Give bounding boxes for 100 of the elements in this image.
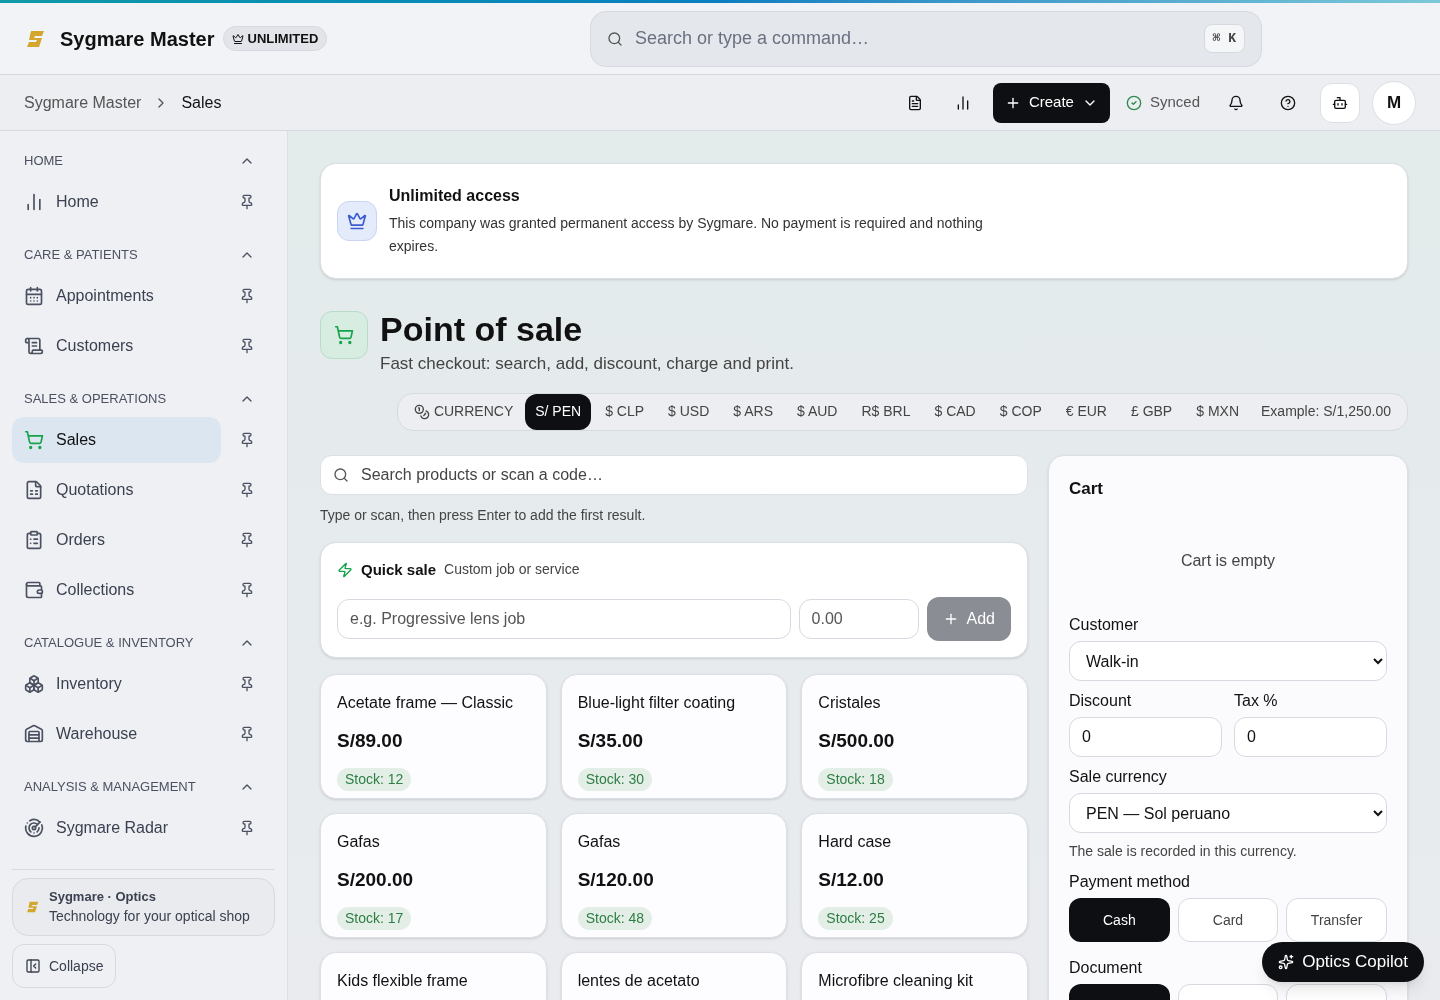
product-price: S/200.00	[337, 868, 415, 892]
currency-option[interactable]: $ AUD	[787, 393, 848, 430]
breadcrumb-link[interactable]: Sygmare Master	[24, 90, 142, 115]
product-card[interactable]: Cristales S/500.00 Stock: 18	[801, 674, 1028, 799]
sidebar-item[interactable]: Orders	[12, 517, 221, 563]
product-price: S/89.00	[337, 729, 404, 753]
discount-field[interactable]: 0	[1069, 717, 1222, 757]
product-card[interactable]: lentes de acetato	[560, 952, 788, 1000]
crown-icon	[337, 201, 377, 241]
currency-option[interactable]: S/ PEN	[525, 393, 592, 430]
pin-icon[interactable]	[239, 820, 255, 836]
product-name: lentes de acetato	[577, 971, 701, 991]
product-name: Blue-light filter coating	[577, 693, 737, 713]
product-price: S/120.00	[577, 868, 655, 892]
command-search-field[interactable]: Search or type a command…	[635, 11, 1192, 66]
plan-badge: UNLIMITED	[222, 25, 328, 52]
stock-badge: Stock: 30	[577, 767, 653, 791]
section-title: CATALOGUE & INVENTORY	[24, 634, 194, 653]
currency-hint: The sale is recorded in this currency.	[1069, 842, 1298, 861]
lightning-icon	[337, 561, 353, 578]
product-price: S/35.00	[577, 729, 645, 753]
stock-badge: Stock: 17	[337, 906, 412, 930]
promo-subtitle: Technology for your optical shop	[49, 907, 250, 926]
pin-icon[interactable]	[239, 194, 255, 210]
coins-icon	[413, 403, 430, 420]
currency-option[interactable]: R$ BRL	[851, 393, 921, 430]
crown-icon	[231, 32, 244, 45]
field-label: Payment method	[1069, 872, 1190, 892]
stock-badge: Stock: 12	[337, 767, 412, 791]
pin-icon[interactable]	[239, 482, 255, 498]
product-card[interactable]: Acetate frame — Classic S/89.00 Stock: 12	[320, 674, 547, 799]
product-card[interactable]: Gafas S/120.00 Stock: 48	[560, 813, 788, 938]
currency-option[interactable]: $ CLP	[595, 393, 655, 430]
sidebar-item[interactable]: Sales	[12, 417, 221, 463]
field-label: Customer	[1069, 615, 1140, 635]
sidebar-item[interactable]: Customers	[12, 323, 221, 369]
copilot-button[interactable]: Optics Copilot	[1262, 942, 1424, 982]
sync-status: Synced	[1121, 91, 1204, 114]
page-title: Point of sale	[380, 309, 584, 350]
currency-select[interactable]: PEN — Sol peruano	[1069, 793, 1387, 833]
sidebar-item[interactable]: Warehouse	[12, 711, 221, 757]
price-field[interactable]: 0.00	[798, 599, 919, 639]
nav-icon	[24, 530, 44, 550]
section-title: SALES & OPERATIONS	[24, 390, 167, 409]
pin-icon[interactable]	[239, 676, 255, 692]
create-button[interactable]: Create	[992, 82, 1110, 123]
product-card[interactable]: Blue-light filter coating S/35.00 Stock: 30	[560, 674, 788, 799]
quick-sale-title: Quick sale	[361, 559, 437, 580]
stock-badge: Stock: 18	[818, 767, 893, 791]
currency-option[interactable]: $ MXN	[1186, 393, 1249, 430]
pin-icon[interactable]	[239, 582, 255, 598]
sidebar-item[interactable]: Sygmare Radar	[12, 805, 221, 851]
robot-icon[interactable]	[1320, 82, 1360, 123]
notice-title: Unlimited access	[389, 186, 521, 206]
brand-name: Sygmare Master	[60, 26, 215, 52]
pin-icon[interactable]	[239, 338, 255, 354]
currency-option[interactable]: £ GBP	[1120, 393, 1183, 430]
product-name: Hard case	[818, 832, 893, 852]
currency-option[interactable]: $ CAD	[924, 393, 986, 430]
sidebar-item[interactable]: Inventory	[12, 661, 221, 707]
product-card[interactable]: Kids flexible frame	[320, 952, 547, 1000]
nav-icon	[24, 336, 44, 356]
customer-select[interactable]: Walk-in	[1069, 641, 1387, 681]
currency-option[interactable]: € EUR	[1055, 393, 1117, 430]
product-card[interactable]: Microfibre cleaning kit	[801, 952, 1028, 1000]
pin-icon[interactable]	[239, 432, 255, 448]
currency-option[interactable]: $ ARS	[723, 393, 783, 430]
sidebar-item[interactable]: Collections	[12, 567, 221, 613]
tax-field[interactable]: 0	[1234, 717, 1387, 757]
nav-icon	[24, 818, 44, 838]
nav-icon	[24, 286, 44, 306]
product-card[interactable]: Gafas S/200.00 Stock: 17	[320, 813, 547, 938]
pin-icon[interactable]	[239, 288, 255, 304]
currency-option[interactable]: $ USD	[658, 393, 720, 430]
product-card[interactable]: Hard case S/12.00 Stock: 25	[801, 813, 1028, 938]
sidebar-item[interactable]: Quotations	[12, 467, 221, 513]
command-search-bar[interactable]: Search or type a command… ⌘ K	[590, 10, 1262, 67]
collapse-button[interactable]: Collapse	[12, 944, 117, 988]
section-title: CARE & PATIENTS	[24, 246, 138, 265]
cart-empty-message: Cart is empty	[1180, 551, 1276, 571]
nav-icon	[24, 480, 44, 500]
pin-icon[interactable]	[239, 532, 255, 548]
sidebar-item[interactable]: Appointments	[12, 273, 221, 319]
pin-icon[interactable]	[239, 726, 255, 742]
section-title: ANALYSIS & MANAGEMENT	[24, 778, 196, 797]
sparkles-icon	[1278, 954, 1295, 970]
payment-option[interactable]: Card	[1177, 898, 1279, 942]
breadcrumb-link[interactable]: Sales	[181, 90, 222, 115]
user-avatar[interactable]: M	[1372, 80, 1416, 125]
payment-option[interactable]: Cash	[1069, 898, 1170, 942]
promo-title: Sygmare · Optics	[49, 887, 157, 906]
product-name: Microfibre cleaning kit	[818, 971, 975, 991]
nav-icon	[24, 580, 44, 600]
currency-option[interactable]: $ COP	[989, 393, 1052, 430]
sidebar-item[interactable]: Home	[12, 179, 221, 225]
field-label: Document	[1069, 958, 1142, 978]
item-name-field[interactable]: e.g. Progressive lens job	[337, 599, 791, 639]
nav-icon	[24, 674, 44, 694]
payment-option[interactable]: Transfer	[1286, 898, 1387, 942]
search-icon	[607, 30, 623, 47]
